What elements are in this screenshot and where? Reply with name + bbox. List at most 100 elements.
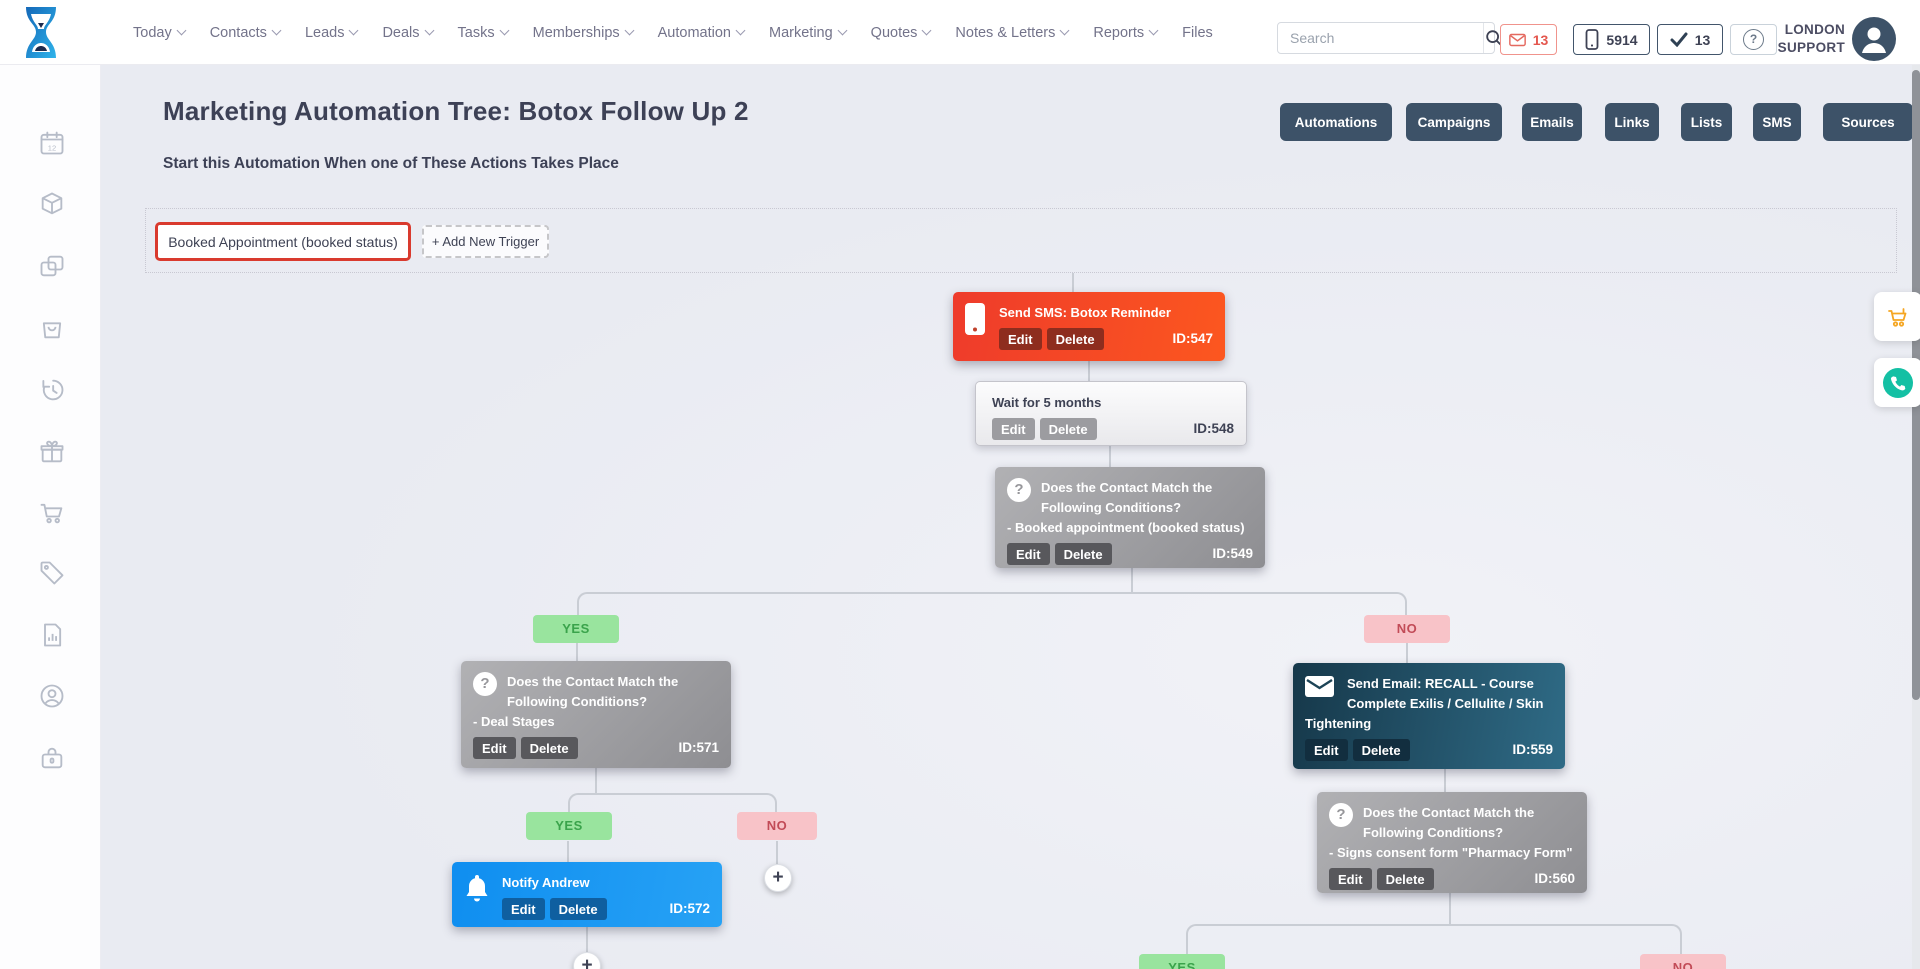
phone-count-badge[interactable]: 5914: [1573, 24, 1650, 55]
svg-text:12: 12: [48, 144, 56, 153]
node-title: Does the Contact Match the Following Con…: [1363, 805, 1534, 840]
chevron-down-icon: [736, 26, 746, 36]
node-condition-text: - Signs consent form "Pharmacy Form": [1329, 843, 1575, 863]
tab-links[interactable]: Links: [1605, 103, 1659, 141]
edit-button[interactable]: Edit: [999, 328, 1042, 350]
envelope-icon: [1305, 676, 1335, 704]
no-badge: NO: [1364, 615, 1450, 643]
nav-marketing[interactable]: Marketing: [769, 25, 846, 41]
nav-tasks[interactable]: Tasks: [458, 25, 508, 41]
nav-contacts[interactable]: Contacts: [210, 25, 280, 41]
tasks-done-badge[interactable]: 13: [1657, 24, 1723, 55]
chevron-down-icon: [349, 26, 359, 36]
node-id: ID:548: [1193, 419, 1234, 439]
yes-badge: YES: [1139, 954, 1225, 969]
page-subtitle: Start this Automation When one of These …: [163, 155, 619, 173]
nav-memberships[interactable]: Memberships: [533, 25, 633, 41]
cart-float-button[interactable]: [1874, 292, 1920, 341]
nav-notes-letters[interactable]: Notes & Letters: [955, 25, 1068, 41]
edit-button[interactable]: Edit: [473, 737, 516, 759]
nav-deals[interactable]: Deals: [382, 25, 432, 41]
report-icon[interactable]: [38, 621, 66, 649]
delete-button[interactable]: Delete: [1047, 328, 1104, 350]
delete-button[interactable]: Delete: [1040, 418, 1097, 440]
check-icon: [1670, 32, 1688, 47]
delete-button[interactable]: Delete: [1377, 868, 1434, 890]
delete-button[interactable]: Delete: [1353, 739, 1410, 761]
yes-badge: YES: [526, 812, 612, 840]
edit-button[interactable]: Edit: [992, 418, 1035, 440]
delete-button[interactable]: Delete: [1055, 543, 1112, 565]
calendar-icon[interactable]: 12: [38, 129, 66, 157]
node-condition: ? Does the Contact Match the Following C…: [995, 467, 1265, 568]
connector: [1406, 643, 1408, 663]
nav-today[interactable]: Today: [133, 25, 185, 41]
node-id: ID:560: [1534, 869, 1575, 889]
trigger-button[interactable]: Booked Appointment (booked status): [155, 222, 411, 261]
question-icon: ?: [1007, 478, 1031, 502]
mail-notifications-badge[interactable]: 13: [1500, 24, 1557, 55]
chevron-down-icon: [624, 26, 634, 36]
shopping-bag-icon[interactable]: [38, 314, 66, 342]
branch-split: [1186, 924, 1682, 954]
connector: [1131, 568, 1133, 594]
tab-sms[interactable]: SMS: [1753, 103, 1801, 141]
nav-quotes[interactable]: Quotes: [871, 25, 931, 41]
avatar[interactable]: [1852, 17, 1896, 61]
connector: [776, 841, 778, 864]
node-condition-text: - Booked appointment (booked status): [1007, 518, 1253, 538]
tab-campaigns[interactable]: Campaigns: [1406, 103, 1502, 141]
edit-button[interactable]: Edit: [1305, 739, 1348, 761]
edit-button[interactable]: Edit: [502, 898, 545, 920]
delete-button[interactable]: Delete: [521, 737, 578, 759]
node-notify: Notify Andrew Edit Delete ID:572: [452, 862, 722, 927]
support-user-icon[interactable]: [38, 682, 66, 710]
edit-button[interactable]: Edit: [1329, 868, 1372, 890]
node-id: ID:572: [669, 899, 710, 919]
connector: [1088, 361, 1090, 381]
tab-emails[interactable]: Emails: [1522, 103, 1582, 141]
chevron-down-icon: [271, 26, 281, 36]
gift-icon[interactable]: [38, 438, 66, 466]
chevron-down-icon: [922, 26, 932, 36]
add-new-trigger-button[interactable]: + Add New Trigger: [422, 225, 549, 258]
scrollbar: [1912, 65, 1920, 969]
no-badge: NO: [737, 812, 817, 840]
nav-files[interactable]: Files: [1182, 25, 1213, 41]
package-icon[interactable]: [38, 190, 66, 218]
node-condition-text: - Deal Stages: [473, 712, 719, 732]
history-icon[interactable]: [38, 376, 66, 404]
left-sidebar: 12: [0, 65, 101, 969]
pages-icon[interactable]: [38, 252, 66, 280]
bell-icon: [464, 873, 490, 913]
connector: [567, 841, 569, 862]
price-tag-icon[interactable]: [38, 559, 66, 587]
branch-split: [568, 793, 777, 812]
delete-button[interactable]: Delete: [550, 898, 607, 920]
lock-icon[interactable]: [38, 744, 66, 772]
branch-split: [577, 592, 1407, 615]
question-icon: ?: [1329, 803, 1353, 827]
connector: [586, 927, 588, 952]
add-step-button[interactable]: +: [764, 864, 792, 892]
cart-icon[interactable]: [38, 499, 66, 527]
tab-sources[interactable]: Sources: [1823, 103, 1913, 141]
yes-badge: YES: [533, 615, 619, 643]
chevron-down-icon: [1149, 26, 1159, 36]
node-id: ID:549: [1212, 544, 1253, 564]
tab-lists[interactable]: Lists: [1681, 103, 1732, 141]
search-input[interactable]: [1278, 23, 1483, 53]
node-title: Send SMS: Botox Reminder: [999, 305, 1171, 320]
app-logo[interactable]: [20, 6, 62, 64]
connector: [595, 768, 597, 793]
nav-leads[interactable]: Leads: [305, 25, 358, 41]
tab-automations[interactable]: Automations: [1280, 103, 1392, 141]
top-header: Today Contacts Leads Deals Tasks Members…: [0, 0, 1920, 65]
node-title: Does the Contact Match the Following Con…: [1041, 480, 1212, 515]
connector: [576, 643, 578, 661]
nav-reports[interactable]: Reports: [1093, 25, 1157, 41]
account-name: LONDON SUPPORT: [1760, 21, 1845, 57]
edit-button[interactable]: Edit: [1007, 543, 1050, 565]
nav-automation[interactable]: Automation: [658, 25, 744, 41]
call-float-button[interactable]: [1874, 358, 1920, 407]
